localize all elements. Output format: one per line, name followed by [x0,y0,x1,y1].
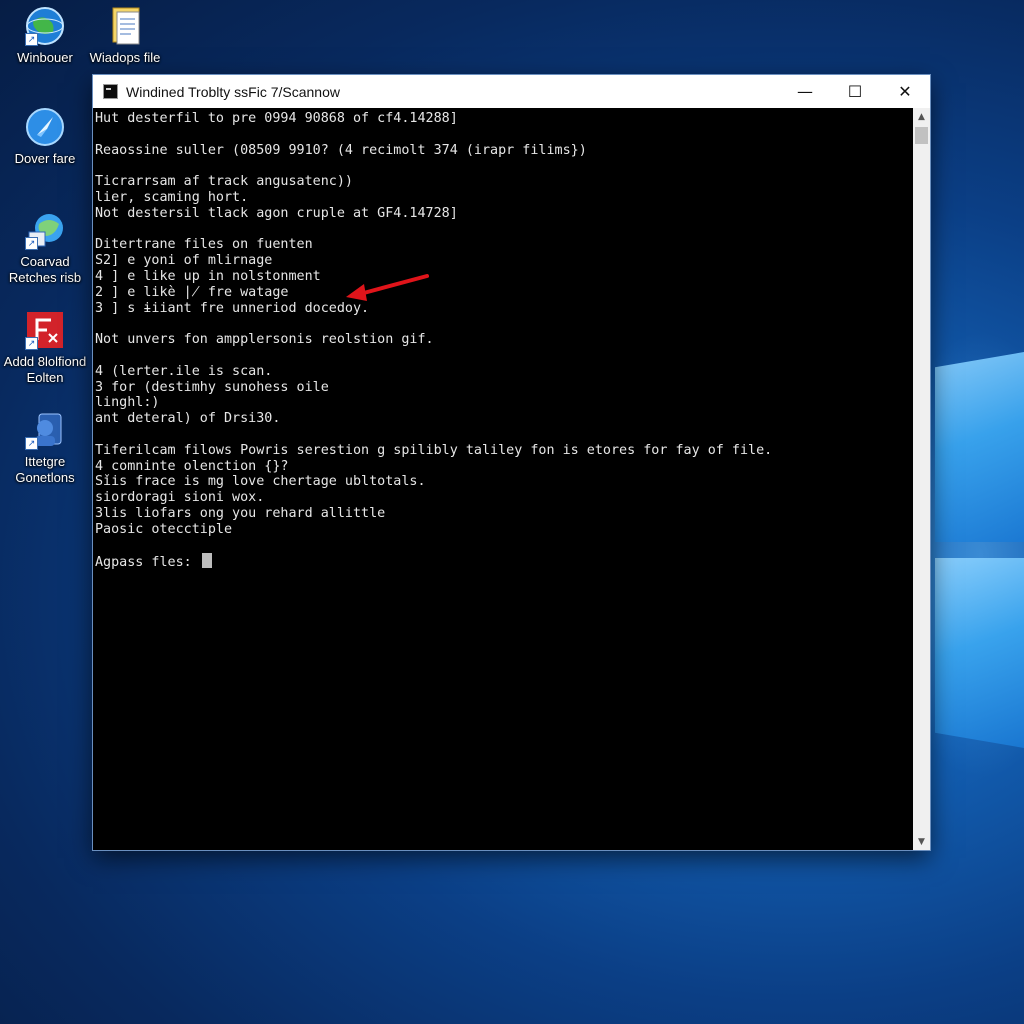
desktop-icon-addd-8lolfiond[interactable]: ↗ Addd 8lolfiond Eolten [0,310,90,386]
vertical-scrollbar[interactable]: ▲ ▼ [913,108,930,850]
console-line: 3lis liofars ong you rehard allittle [95,505,386,521]
console-line: Not unvers fon ampplersonis reolstion gi… [95,332,434,348]
text-cursor [201,553,212,569]
window-title: Windined Troblty ssFic 7/Scannow [126,83,340,100]
title-bar[interactable]: Windined Troblty ssFic 7/Scannow — ☐ ✕ [93,75,930,108]
console-line: Sǐis frace is mg love chertage ubltotals… [95,474,426,490]
desktop-icon-winbouer[interactable]: ↗ Winbouer [0,6,90,66]
globe-icon: ↗ [25,6,65,46]
window-controls: — ☐ ✕ [780,75,930,108]
red-app-icon: ↗ [25,310,65,350]
close-button[interactable]: ✕ [880,75,930,108]
console-line: Not destersil tlack agon cruple at GF4.1… [95,205,458,221]
console-line: linghl:) [95,395,160,411]
console-prompt-line[interactable]: Agpass fles: [95,553,913,571]
console-app-icon [103,84,118,99]
console-line: siordoragi sioni wox. [95,490,265,506]
console-line: 4 ] e like up in nolstonment [95,268,321,284]
windows-logo-pane-top [935,352,1024,542]
console-line: Ditertrane files on fuenten [95,237,313,253]
console-line: lier, scaming hort. [95,189,249,205]
desktop-icon-coarvad-retches[interactable]: ↗ Coarvad Retches risb [0,210,90,286]
console-output[interactable]: Hut desterfil to pre 0994 90868 of cf4.1… [93,108,913,850]
scroll-up-arrow-icon[interactable]: ▲ [913,108,930,125]
console-line: Ticrarrsam af track angusatenc)) [95,174,353,190]
scrollbar-thumb[interactable] [915,127,928,144]
document-icon [105,6,145,46]
desktop-icon-ittetgre-gonetlons[interactable]: ↗ Ittetgre Gonetlons [0,410,90,486]
console-line: 3 ] s ɨiiant fre unneriod docedoy. [95,300,370,316]
minimize-button[interactable]: — [780,75,830,108]
windows-logo-pane-bottom [935,558,1024,748]
console-text: Hut desterfil to pre 0994 90868 of cf4.1… [93,108,913,571]
console-line: ant deteral) of Drsi30. [95,411,281,427]
console-line: 4 comninte olenction {}? [95,458,289,474]
console-line: 2 ] e likè ∤ fre watage [95,284,289,300]
edge-icon [25,107,65,147]
console-line: Tiferilcam filows Powris serestion g spi… [95,442,773,458]
console-prompt: Agpass fles: [95,555,192,571]
console-line: 4 (lerter.ile is scan. [95,363,273,379]
console-line: Hut desterfil to pre 0994 90868 of cf4.1… [95,111,458,126]
maximize-button[interactable]: ☐ [830,75,880,108]
console-line: Reaossine suller (08509 9910? (4 recimol… [95,142,587,158]
desktop-icon-wiadops-file[interactable]: Wiadops file [80,6,170,66]
console-line: Paosic otecctiple [95,521,233,537]
scroll-down-arrow-icon[interactable]: ▼ [913,833,930,850]
desktop-icon-dover-fare[interactable]: Dover fare [0,107,90,167]
network-icon: ↗ [25,210,65,250]
console-window[interactable]: Windined Troblty ssFic 7/Scannow — ☐ ✕ H… [93,75,930,850]
user-icon: ↗ [25,410,65,450]
console-line: S2] e yoni of mlirnage [95,253,273,269]
console-line: 3 for (destimhy sunohess oile [95,379,329,395]
red-arrow-icon [346,274,429,301]
